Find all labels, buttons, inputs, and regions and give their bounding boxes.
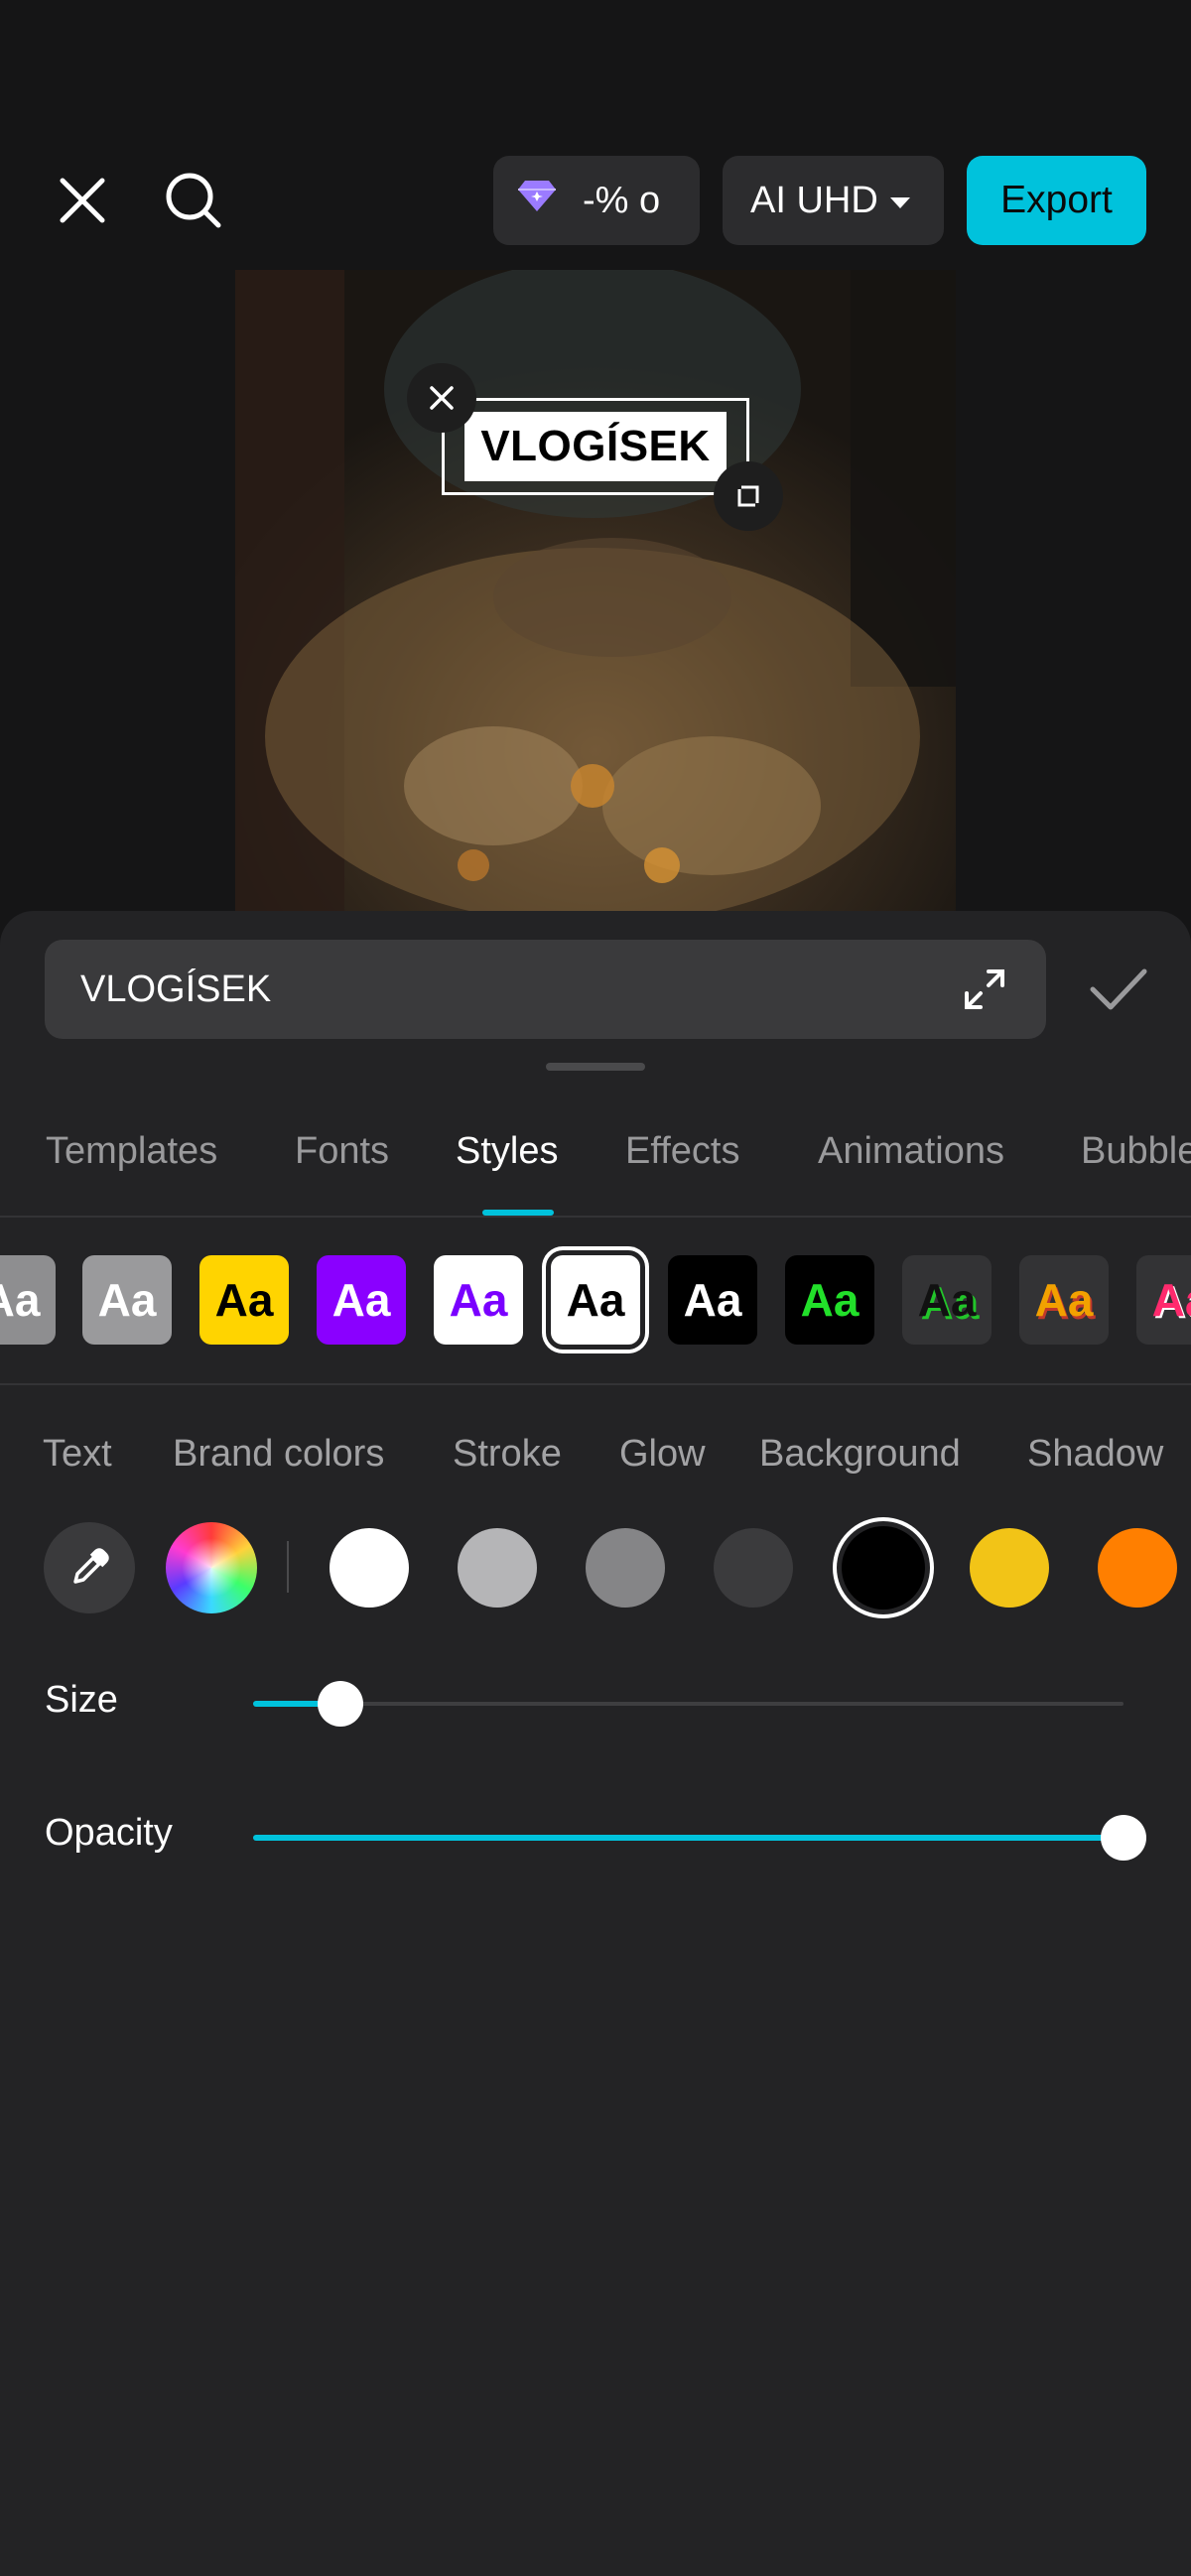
color-wheel-icon[interactable] — [166, 1522, 257, 1613]
style-swatch[interactable]: Aa — [902, 1255, 992, 1345]
color-swatch[interactable] — [1098, 1528, 1177, 1608]
size-slider-track[interactable] — [253, 1702, 1124, 1706]
size-slider-thumb[interactable] — [317, 1681, 363, 1727]
size-label: Size — [45, 1679, 118, 1721]
subtab-text[interactable]: Text — [43, 1419, 112, 1488]
color-swatch[interactable] — [714, 1528, 793, 1608]
checkmark-icon[interactable] — [1082, 953, 1155, 1026]
color-swatch[interactable] — [842, 1526, 925, 1610]
style-swatch[interactable]: Aa — [551, 1255, 640, 1345]
opacity-slider-thumb[interactable] — [1101, 1815, 1146, 1861]
style-swatch[interactable]: Aa — [1019, 1255, 1109, 1345]
diamond-icon — [517, 179, 557, 222]
promo-button[interactable]: -% o — [493, 156, 700, 245]
overlay-delete-icon[interactable] — [407, 363, 476, 433]
text-overlay[interactable]: VLOGÍSEK — [442, 398, 749, 495]
tab-fonts[interactable]: Fonts — [295, 1111, 389, 1191]
color-swatch[interactable] — [458, 1528, 537, 1608]
subtab-background[interactable]: Background — [759, 1419, 961, 1488]
text-input[interactable]: VLOGÍSEK — [45, 940, 1046, 1039]
opacity-label: Opacity — [45, 1812, 173, 1854]
style-swatch[interactable]: Aa — [434, 1255, 523, 1345]
style-swatch[interactable]: Aa — [1136, 1255, 1191, 1345]
tab-animations[interactable]: Animations — [818, 1111, 1004, 1191]
export-button[interactable]: Export — [967, 156, 1146, 245]
style-swatch[interactable]: Aa — [785, 1255, 874, 1345]
subtab-brand-colors[interactable]: Brand colors — [173, 1419, 384, 1488]
style-subtabs: Text Brand colors Stroke Glow Background… — [0, 1419, 1191, 1488]
style-swatch[interactable]: Aa — [0, 1255, 56, 1345]
expand-icon[interactable] — [953, 958, 1016, 1021]
subtab-stroke[interactable]: Stroke — [453, 1419, 562, 1488]
style-swatch[interactable]: Aa — [668, 1255, 757, 1345]
sheet-drag-handle[interactable] — [546, 1063, 645, 1071]
color-swatch[interactable] — [586, 1528, 665, 1608]
caret-down-icon — [889, 196, 910, 208]
text-input-value: VLOGÍSEK — [80, 967, 272, 1010]
color-swatch[interactable] — [970, 1528, 1049, 1608]
tab-bar: Templates Fonts Styles Effects Animation… — [0, 1111, 1191, 1217]
tab-styles[interactable]: Styles — [456, 1111, 558, 1191]
tab-templates[interactable]: Templates — [46, 1111, 217, 1191]
overlay-resize-icon[interactable] — [714, 461, 783, 531]
overlay-text: VLOGÍSEK — [464, 412, 727, 481]
quality-dropdown[interactable]: AI UHD — [723, 156, 944, 245]
search-icon[interactable] — [159, 166, 228, 235]
opacity-slider-fill — [253, 1835, 1124, 1841]
tab-effects[interactable]: Effects — [625, 1111, 739, 1191]
color-swatch[interactable] — [330, 1528, 409, 1608]
style-swatch[interactable]: Aa — [82, 1255, 172, 1345]
tab-bubble[interactable]: Bubble — [1081, 1111, 1191, 1191]
subtab-glow[interactable]: Glow — [619, 1419, 706, 1488]
quality-label: AI UHD — [750, 179, 878, 221]
style-swatch[interactable]: Aa — [317, 1255, 406, 1345]
color-row-divider — [287, 1541, 289, 1593]
promo-text: -% o — [583, 179, 661, 221]
divider — [0, 1383, 1191, 1385]
style-swatch[interactable]: Aa — [199, 1255, 289, 1345]
eyedropper-icon[interactable] — [44, 1522, 135, 1613]
close-icon[interactable] — [48, 166, 117, 235]
video-preview[interactable] — [235, 270, 956, 911]
divider — [0, 1216, 1191, 1218]
preview-image — [235, 270, 956, 911]
subtab-shadow[interactable]: Shadow — [1027, 1419, 1163, 1488]
